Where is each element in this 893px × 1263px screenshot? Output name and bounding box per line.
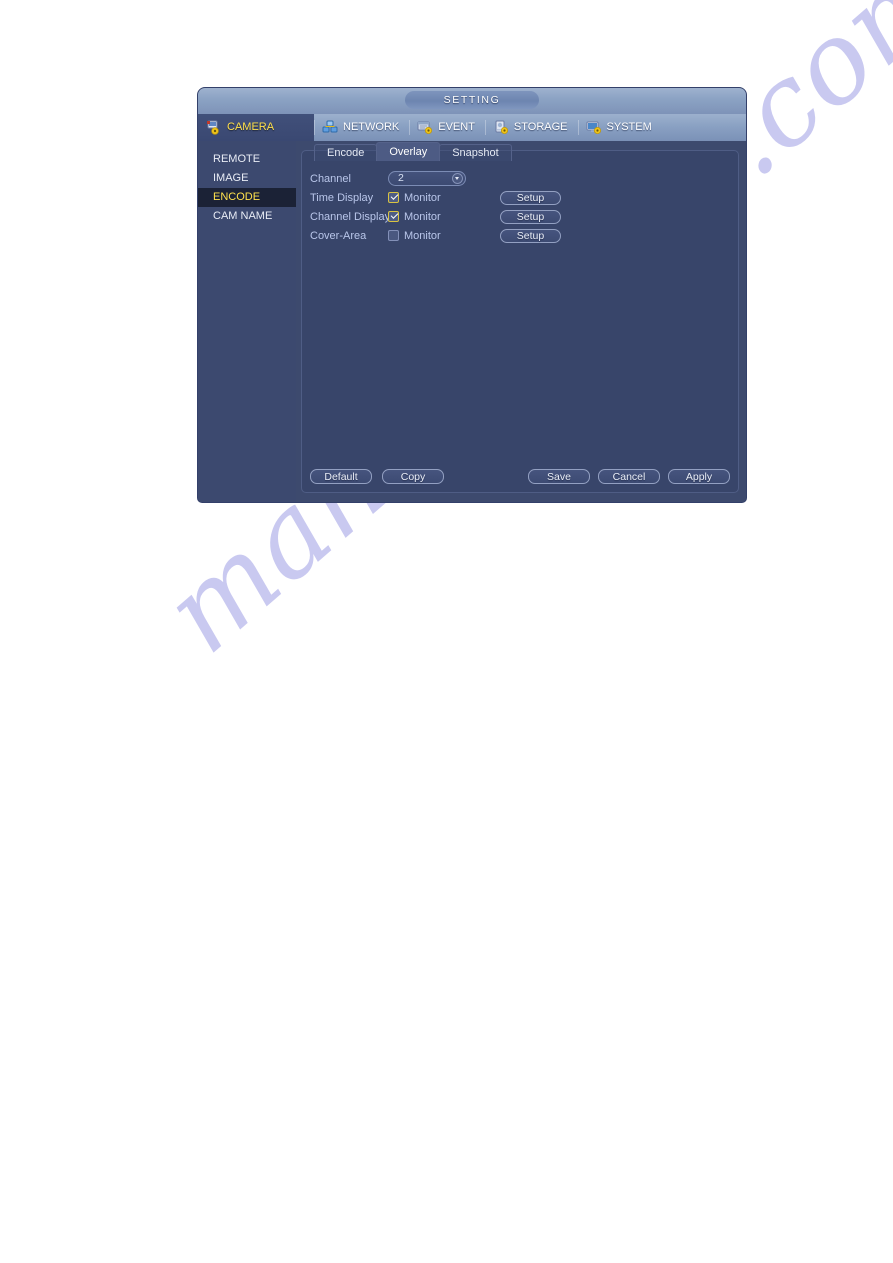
footer-left-group: Default Copy — [310, 469, 444, 484]
apply-button[interactable]: Apply — [668, 469, 730, 484]
sidebar-item-cam-name[interactable]: CAM NAME — [198, 207, 296, 226]
tab-encode[interactable]: Encode — [314, 144, 378, 161]
menu-item-event[interactable]: EVENT — [409, 114, 485, 141]
menu-item-storage-label: STORAGE — [513, 121, 568, 133]
storage-gear-icon — [493, 120, 510, 135]
cover-area-label: Cover-Area — [310, 229, 367, 242]
time-display-setup-button[interactable]: Setup — [500, 190, 561, 205]
channel-select-value: 2 — [398, 172, 404, 184]
menu-item-camera-label: CAMERA — [227, 121, 275, 133]
sidebar-item-image[interactable]: IMAGE — [198, 169, 296, 188]
overlay-form: Channel 2 Time Display Monitor Setup Cha… — [310, 169, 730, 245]
cover-area-monitor-checkbox[interactable] — [388, 230, 399, 241]
save-button[interactable]: Save — [528, 469, 590, 484]
overlay-panel: Encode Overlay Snapshot Channel 2 Time D… — [301, 142, 739, 493]
menu-item-system-label: SYSTEM — [606, 121, 652, 133]
time-display-monitor-label: Monitor — [404, 191, 441, 204]
network-icon — [322, 120, 339, 135]
time-display-field: Monitor — [388, 192, 500, 204]
tab-snapshot[interactable]: Snapshot — [439, 144, 512, 161]
system-gear-icon — [586, 120, 603, 135]
page-title: SETTING — [405, 91, 539, 109]
cover-area-monitor-label: Monitor — [404, 229, 441, 242]
channel-label: Channel — [310, 172, 351, 185]
panel-footer: Default Copy Save Cancel Apply — [310, 469, 730, 484]
menu-item-camera[interactable]: CAMERA — [198, 114, 314, 141]
menu-item-storage[interactable]: STORAGE — [484, 114, 578, 141]
menu-item-system[interactable]: SYSTEM — [577, 114, 662, 141]
sidebar-item-remote[interactable]: REMOTE — [198, 150, 296, 169]
channel-select[interactable]: 2 — [388, 171, 466, 186]
form-row-channel: Channel 2 — [310, 169, 730, 188]
channel-display-monitor-checkbox[interactable] — [388, 211, 399, 222]
main-menubar: CAMERA NETWORK EVENT STORAGE SYSTEM — [198, 114, 746, 141]
cancel-button[interactable]: Cancel — [598, 469, 660, 484]
form-row-time-display: Time Display Monitor Setup — [310, 188, 730, 207]
form-row-channel-display: Channel Display Monitor Setup — [310, 207, 730, 226]
cover-area-field: Monitor — [388, 230, 500, 242]
cover-area-setup-button[interactable]: Setup — [500, 228, 561, 243]
chevron-down-icon[interactable] — [452, 173, 463, 184]
menu-item-event-label: EVENT — [438, 121, 475, 133]
form-row-cover-area: Cover-Area Monitor Setup — [310, 226, 730, 245]
time-display-label: Time Display — [310, 191, 374, 204]
sidebar-item-encode[interactable]: ENCODE — [198, 188, 296, 207]
setting-dialog: SETTING CAMERA NETWORK EVENT STORAGE SYS… — [198, 88, 746, 502]
event-gear-icon — [417, 120, 434, 135]
copy-button[interactable]: Copy — [382, 469, 444, 484]
dialog-body: REMOTE IMAGE ENCODE CAM NAME Encode Over… — [198, 141, 746, 502]
channel-display-monitor-label: Monitor — [404, 210, 441, 223]
tab-overlay[interactable]: Overlay — [376, 142, 441, 161]
panel-tabstrip: Encode Overlay Snapshot — [314, 142, 512, 161]
content-area: Encode Overlay Snapshot Channel 2 Time D… — [296, 141, 746, 502]
footer-right-group: Save Cancel Apply — [528, 469, 730, 484]
time-display-monitor-checkbox[interactable] — [388, 192, 399, 203]
dialog-titlebar: SETTING — [198, 88, 746, 114]
channel-display-setup-button[interactable]: Setup — [500, 209, 561, 224]
sidebar: REMOTE IMAGE ENCODE CAM NAME — [198, 141, 296, 502]
channel-field: 2 — [388, 171, 500, 186]
menu-item-network[interactable]: NETWORK — [314, 114, 409, 141]
channel-display-label: Channel Display — [310, 210, 391, 223]
camera-gear-icon — [206, 120, 223, 135]
default-button[interactable]: Default — [310, 469, 372, 484]
channel-display-field: Monitor — [388, 211, 500, 223]
menu-item-network-label: NETWORK — [343, 121, 400, 133]
